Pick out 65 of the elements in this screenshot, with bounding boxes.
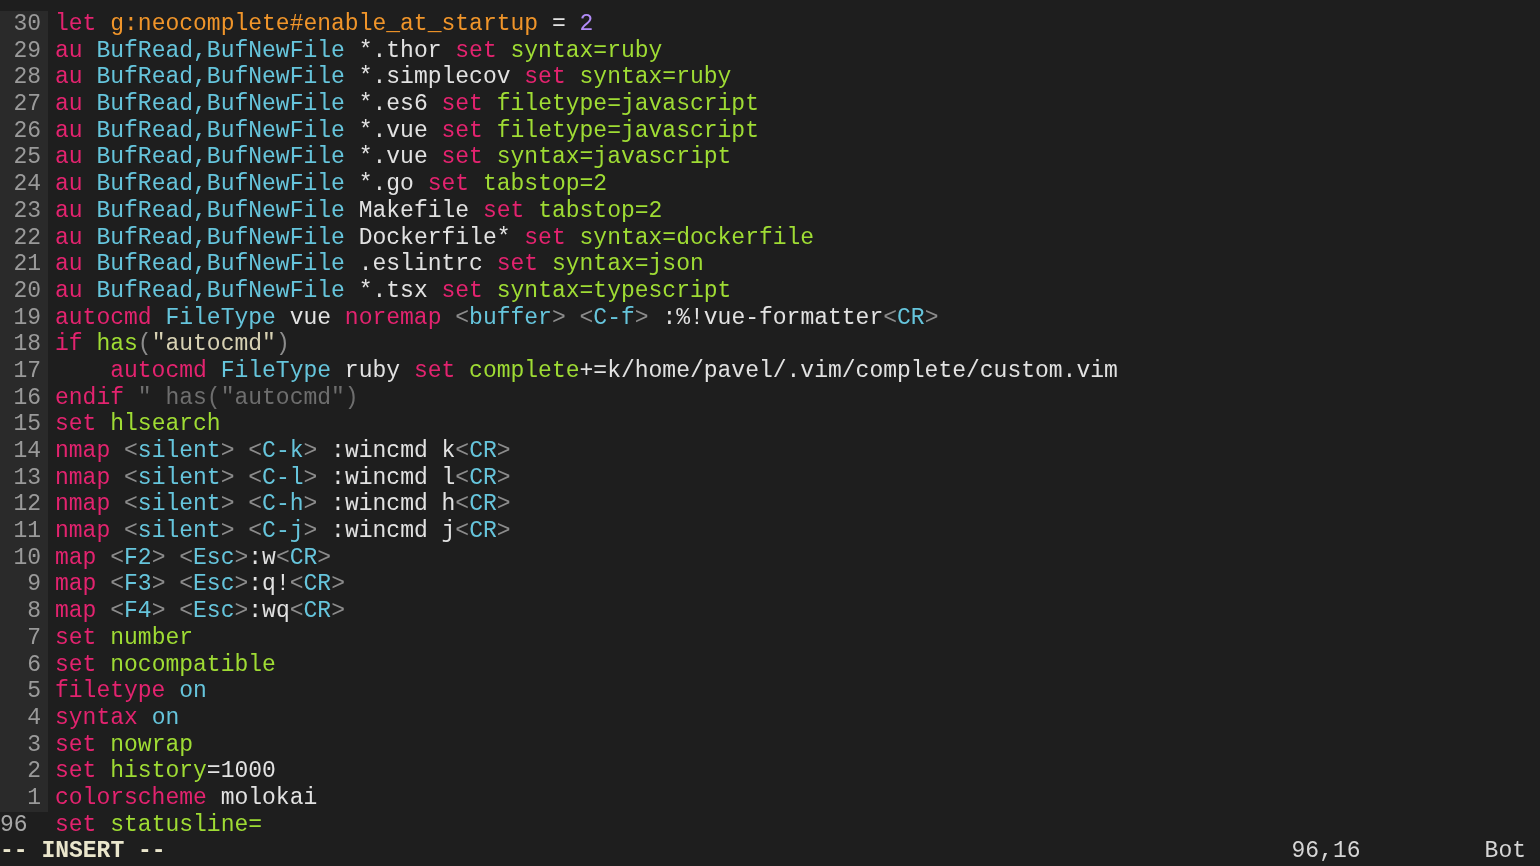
code-line: map <F4> <Esc>:wq<CR> <box>54 598 345 625</box>
line-number: 29 <box>0 37 48 65</box>
code-line: au BufRead,BufNewFile Dockerfile* set syntax=dockerfile <box>54 224 815 252</box>
line-number: 6 <box>0 651 48 679</box>
line-number: 96 <box>0 811 29 839</box>
code-line: map <F3> <Esc>:q!<CR> <box>54 571 345 599</box>
code-line: au BufRead,BufNewFile *.tsx set syntax=typescript <box>54 277 732 305</box>
code-line: colorscheme molokai <box>54 784 318 812</box>
line-number: 16 <box>0 384 48 412</box>
line-number: 11 <box>0 518 48 545</box>
code-line: if has("autocmd") <box>54 331 290 358</box>
line-number: 5 <box>0 678 48 705</box>
mode-indicator: -- INSERT -- <box>0 838 167 866</box>
code-line: au BufRead,BufNewFile Makefile set tabstop=2 <box>54 197 663 225</box>
line-number: 30 <box>0 11 48 38</box>
code-line: au BufRead,BufNewFile *.vue set filetype=javascript <box>54 117 759 145</box>
line-number: 7 <box>0 624 48 652</box>
line-number: 28 <box>0 64 48 92</box>
line-number: 13 <box>0 464 48 492</box>
line-number: 20 <box>0 277 48 305</box>
line-number: 26 <box>0 117 48 145</box>
code-line: let g:neocomplete#enable_at_startup = 2 <box>54 11 594 38</box>
line-number: 3 <box>0 731 48 759</box>
code-line: set history=1000 <box>54 758 276 785</box>
line-number: 22 <box>0 224 48 252</box>
line-number: 14 <box>0 438 48 465</box>
code-line: set nowrap <box>54 731 194 759</box>
code-line: nmap <silent> <C-k> :wincmd k<CR> <box>54 438 511 465</box>
line-number: 25 <box>0 144 48 172</box>
line-number: 8 <box>0 598 48 625</box>
line-number: 1 <box>0 784 48 812</box>
code-line: au BufRead,BufNewFile *.es6 set filetype=javascript <box>54 91 759 118</box>
code-line: au BufRead,BufNewFile *.vue set syntax=javascript <box>54 144 732 172</box>
code-line: nmap <silent> <C-j> :wincmd j<CR> <box>54 518 511 545</box>
line-number: 17 <box>0 357 48 385</box>
code-line: autocmd FileType ruby set complete+=k/home/pavel/.vim/complete/custom.vim <box>109 357 1118 385</box>
code-line: filetype on <box>54 678 207 705</box>
code-line: au BufRead,BufNewFile *.simplecov set syntax=ruby <box>54 64 732 92</box>
code-line: syntax on <box>54 704 180 732</box>
line-number: 4 <box>0 704 48 732</box>
line-number: 18 <box>0 331 48 358</box>
line-number: 15 <box>0 411 48 438</box>
code-line: au BufRead,BufNewFile *.thor set syntax=ruby <box>54 37 663 65</box>
code-line: au BufRead,BufNewFile *.go set tabstop=2 <box>54 171 608 198</box>
line-number: 12 <box>0 491 48 519</box>
code-line: endif " has("autocmd") <box>54 384 359 412</box>
line-number: 27 <box>0 91 48 118</box>
scroll-position: Bot <box>1484 838 1527 866</box>
code-line: autocmd FileType vue noremap <buffer> <C-f> :%!vue-formatter<CR> <box>54 304 939 332</box>
line-number: 21 <box>0 251 48 278</box>
code-line: map <F2> <Esc>:w<CR> <box>54 544 332 572</box>
code-line: au BufRead,BufNewFile .eslintrc set syntax=json <box>54 251 704 278</box>
line-number: 19 <box>0 304 48 332</box>
code-line: set hlsearch <box>54 411 221 438</box>
code-line: set statusline= <box>54 811 263 839</box>
line-number: 9 <box>0 571 48 599</box>
code-line: nmap <silent> <C-h> :wincmd h<CR> <box>54 491 511 519</box>
code-line: nmap <silent> <C-l> :wincmd l<CR> <box>54 464 511 492</box>
line-number: 2 <box>0 758 48 785</box>
line-number: 10 <box>0 544 48 572</box>
cursor-position: 96,16 <box>1291 838 1361 866</box>
line-number: 24 <box>0 171 48 198</box>
line-number: 23 <box>0 197 48 225</box>
code-line: set number <box>54 624 194 652</box>
code-line: set nocompatible <box>54 651 276 679</box>
